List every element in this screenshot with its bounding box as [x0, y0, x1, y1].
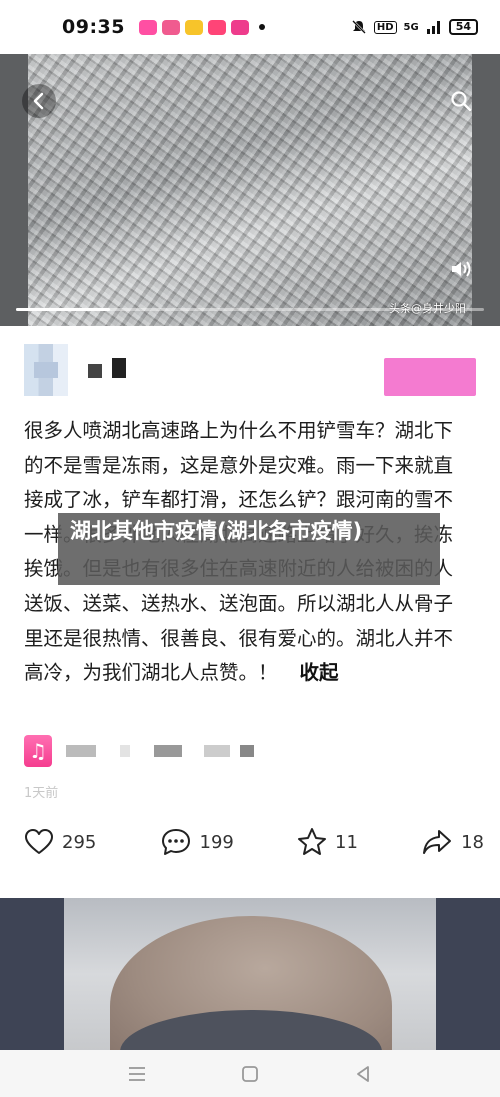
- search-icon[interactable]: [446, 86, 476, 116]
- author-row: [0, 340, 500, 400]
- app-icon-5: [230, 19, 249, 35]
- comment-count: 199: [199, 831, 234, 853]
- collapse-link[interactable]: 收起: [300, 661, 339, 684]
- status-time: 09:35: [62, 16, 125, 38]
- back-nav-icon[interactable]: [343, 1059, 383, 1089]
- follow-button[interactable]: [384, 358, 476, 396]
- app-icon-1: [138, 19, 157, 35]
- volume-icon[interactable]: [446, 254, 476, 284]
- like-button[interactable]: 295: [24, 822, 96, 862]
- video-progress-bar[interactable]: [16, 308, 484, 311]
- signal-icon: [426, 21, 440, 34]
- system-nav-bar: [0, 1050, 500, 1097]
- music-row[interactable]: ♫: [24, 734, 254, 768]
- favorite-count: 11: [335, 831, 358, 853]
- video-frame: [28, 54, 472, 326]
- next-post-card[interactable]: [0, 898, 500, 1050]
- article-title-overlay[interactable]: 湖北其他市疫情(湖北各市疫情): [58, 513, 440, 585]
- share-count: 18: [461, 831, 484, 853]
- action-bar: 295 199 11 18: [24, 822, 484, 862]
- video-player[interactable]: 头条@身井少阳: [0, 54, 500, 326]
- like-count: 295: [62, 831, 97, 853]
- network-type: 5G: [403, 21, 419, 33]
- mute-icon: [351, 20, 366, 34]
- post-time: 1天前: [24, 786, 59, 801]
- app-icon-4: [207, 19, 226, 35]
- avatar[interactable]: [24, 344, 68, 396]
- app-icon-2: [161, 19, 180, 35]
- hd-indicator: HD: [373, 20, 397, 34]
- share-button[interactable]: 18: [421, 822, 484, 862]
- music-note-icon: ♫: [24, 735, 52, 767]
- share-icon: [423, 830, 452, 854]
- star-icon: [298, 828, 327, 855]
- app-icon-3: [184, 19, 203, 35]
- back-icon[interactable]: [22, 84, 56, 118]
- status-app-icons: [138, 19, 249, 35]
- author-name[interactable]: [88, 358, 126, 378]
- video-progress-fill: [16, 308, 110, 311]
- home-icon[interactable]: [230, 1059, 270, 1089]
- comment-button[interactable]: 199: [160, 822, 234, 862]
- battery-icon: 54: [448, 19, 478, 35]
- status-indicators: HD 5G 54: [351, 19, 478, 35]
- menu-icon[interactable]: [117, 1059, 157, 1089]
- status-bar: 09:35 HD 5G 54: [0, 0, 500, 54]
- heart-icon: [25, 829, 53, 854]
- comment-icon: [161, 829, 190, 855]
- notification-dot-icon: [258, 24, 265, 30]
- favorite-button[interactable]: 11: [297, 822, 358, 862]
- music-name: [66, 745, 254, 757]
